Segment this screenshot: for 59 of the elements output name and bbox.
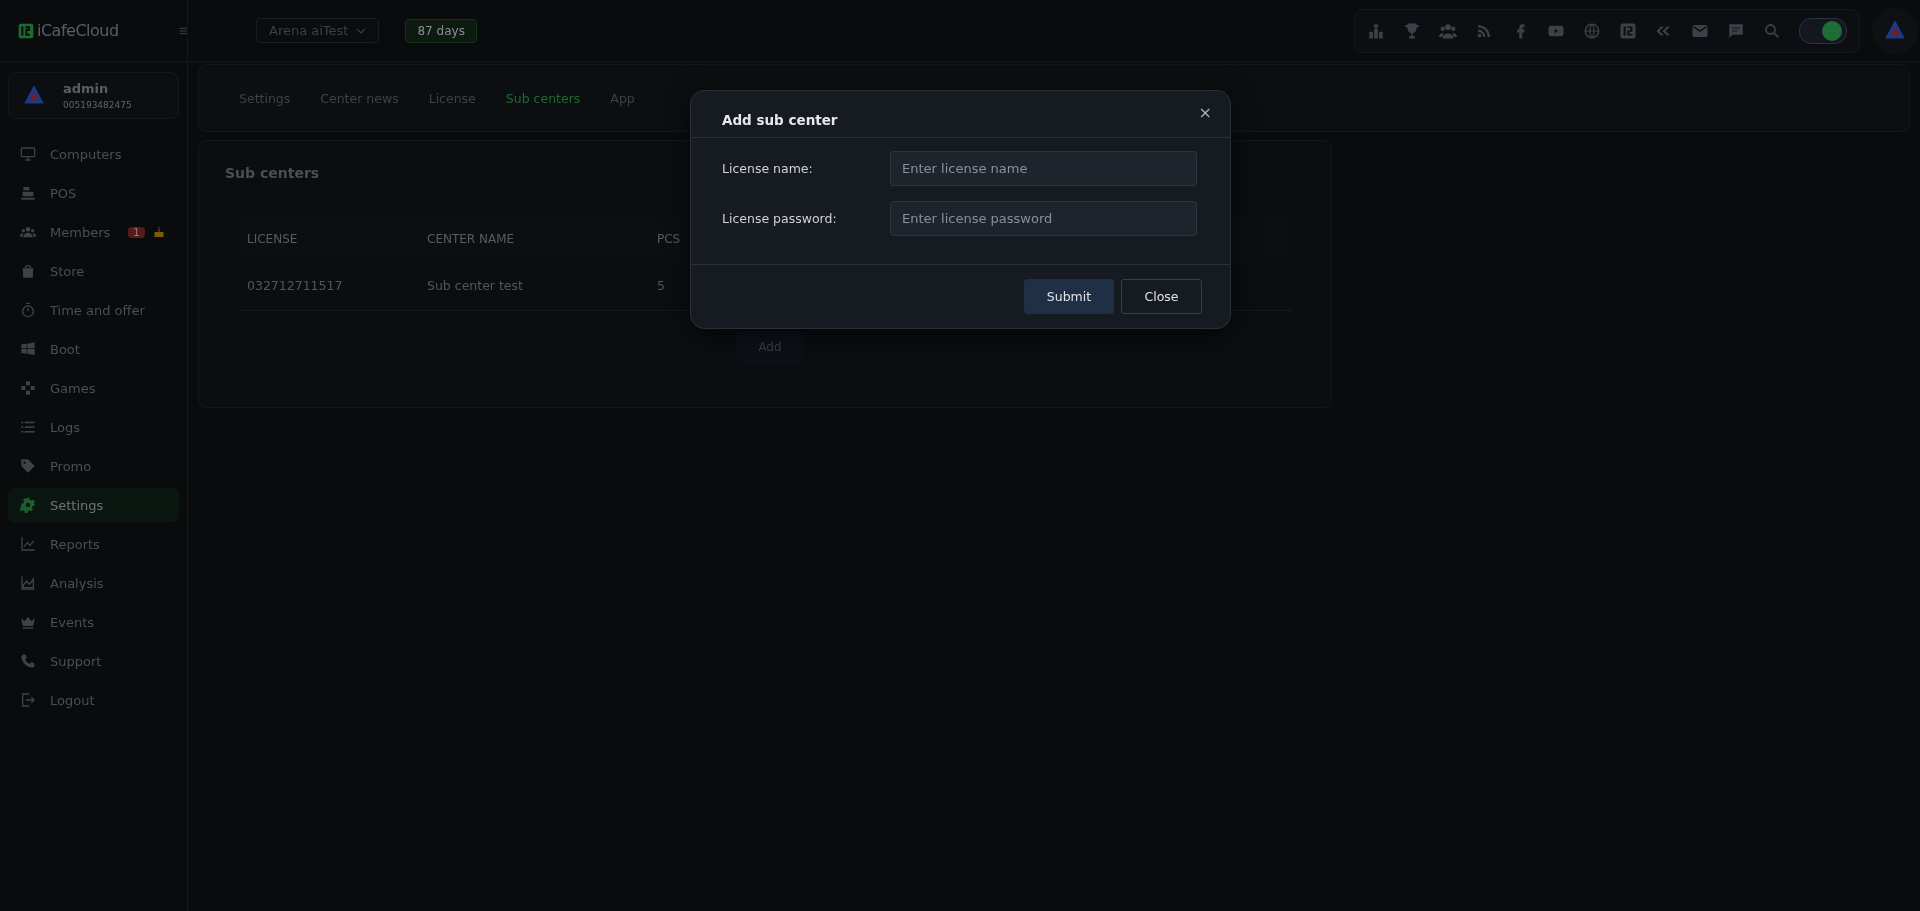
search-icon[interactable] — [1763, 21, 1781, 40]
shopping-bag-icon — [20, 263, 36, 279]
chat-icon[interactable] — [1727, 21, 1745, 40]
sidebar-item[interactable]: Reports — [8, 527, 179, 561]
ranking-icon[interactable] — [1367, 21, 1385, 40]
sidebar-item[interactable]: Logs — [8, 410, 179, 444]
card-title: Sub centers — [225, 165, 320, 181]
app-logo-icon[interactable] — [1619, 21, 1637, 40]
sidebar-item[interactable]: Store — [8, 254, 179, 288]
stopwatch-icon — [20, 302, 36, 318]
user-name: admin — [63, 81, 110, 96]
sidebar-item[interactable]: Settings — [8, 488, 179, 522]
field-label: License name: — [722, 161, 814, 176]
count-badge: 1 — [128, 226, 145, 238]
user-phone: 005193482475 — [63, 100, 132, 110]
tab[interactable]: Sub centers — [505, 89, 581, 107]
brand-name: iCafeCloud — [37, 21, 119, 40]
sidebar-item[interactable]: Promo — [8, 449, 179, 483]
sidebar-item[interactable]: Logout — [8, 683, 179, 717]
trophy-icon[interactable] — [1403, 21, 1421, 40]
logout-icon — [20, 692, 36, 708]
line-chart-icon — [20, 536, 36, 552]
group-icon[interactable] — [1439, 21, 1457, 40]
dialog-title: Add sub center — [722, 112, 838, 128]
sidebar-item[interactable]: Events — [8, 605, 179, 639]
cash-register-icon — [20, 185, 36, 201]
submit-button[interactable]: Submit — [1024, 279, 1114, 314]
tag-icon — [20, 458, 36, 474]
input-field[interactable]: Enter license password — [890, 201, 1197, 236]
gear-icon — [20, 497, 36, 513]
sidebar-item[interactable]: POS — [8, 176, 179, 210]
area-chart-icon — [20, 575, 36, 591]
logo-icon — [18, 21, 34, 40]
sidebar-item[interactable]: Time and offer — [8, 293, 179, 327]
table-cell: 032712711517 — [237, 260, 417, 311]
input-field[interactable]: Enter license name — [890, 151, 1197, 186]
sidebar-item[interactable]: Support — [8, 644, 179, 678]
table-cell: Sub center test — [417, 260, 647, 311]
windows-icon — [20, 341, 36, 357]
toggle-switch[interactable] — [1799, 17, 1847, 44]
list-icon — [20, 419, 36, 435]
close-button[interactable]: × — [1194, 105, 1216, 121]
center-select[interactable]: Arena aiTest — [256, 18, 380, 43]
days-badge: 87 days — [405, 18, 477, 43]
sidebar-item[interactable]: Members 1 — [8, 215, 179, 249]
phone-icon — [20, 653, 36, 669]
users-icon — [20, 224, 36, 240]
sidebar-item[interactable]: Boot — [8, 332, 179, 366]
monitor-icon — [20, 146, 36, 162]
close-button[interactable]: Close — [1121, 279, 1202, 314]
sidebar-item[interactable]: Computers — [8, 137, 179, 171]
gamepad-icon — [20, 380, 36, 396]
sidebar-item[interactable]: Analysis — [8, 566, 179, 600]
sidebar-item[interactable]: Games — [8, 371, 179, 405]
globe-icon[interactable] — [1583, 21, 1601, 40]
cake-icon — [152, 226, 165, 238]
crown-icon — [20, 614, 36, 630]
avatar[interactable] — [1872, 7, 1918, 54]
chevron-down-icon — [356, 26, 367, 35]
